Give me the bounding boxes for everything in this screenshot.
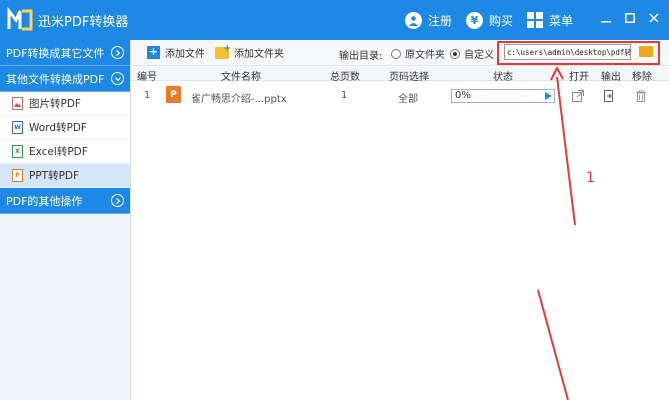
sidebar-item-label: Word转PDF	[29, 122, 87, 134]
col-filename: 文件名称	[221, 72, 261, 83]
sidebar-item-label: 图片转PDF	[29, 98, 81, 110]
ppt-file-icon: P	[12, 169, 23, 182]
sidebar-group-label: 其他文件转换成PDF	[6, 72, 105, 86]
sidebar-item-word-to-pdf[interactable]: W Word转PDF	[0, 116, 130, 140]
buy-label: 购买	[489, 13, 514, 28]
sidebar-group-pdf-to-other[interactable]: PDF转换成其它文件	[0, 40, 130, 66]
add-folder-icon: +	[215, 44, 231, 59]
sidebar-item-label: Excel转PDF	[29, 146, 88, 158]
trash-icon[interactable]	[635, 90, 647, 102]
sidebar-item-label: PPT转PDF	[29, 170, 80, 182]
chevron-right-icon	[111, 194, 124, 207]
row-page-select[interactable]: 全部	[398, 90, 418, 105]
user-icon	[405, 11, 422, 29]
col-index: 编号	[137, 72, 157, 83]
progress-bar: 0%	[451, 89, 555, 103]
col-remove: 移除	[632, 72, 652, 83]
sidebar-item-excel-to-pdf[interactable]: X Excel转PDF	[0, 140, 130, 164]
register-label: 注册	[428, 13, 453, 28]
menu-button[interactable]: 菜单	[527, 10, 573, 30]
sidebar-item-image-to-pdf[interactable]: 图片转PDF	[0, 92, 130, 116]
sidebar-group-label: PDF的其他操作	[6, 194, 83, 208]
col-open: 打开	[569, 72, 589, 83]
radio-custom-folder[interactable]: 自定义	[450, 46, 494, 61]
add-folder-button[interactable]: + 添加文件夹	[215, 44, 284, 60]
excel-file-icon: X	[12, 145, 23, 158]
maximize-icon	[625, 13, 635, 23]
col-output: 输出	[601, 72, 621, 83]
radio-original-folder[interactable]: 原文件夹	[391, 46, 445, 61]
output-folder-icon[interactable]	[603, 90, 615, 102]
close-button[interactable]	[644, 8, 664, 28]
title-bar: 迅米PDF转换器 注册 ¥ 购买 菜单	[0, 0, 669, 40]
minimize-icon	[601, 21, 611, 23]
add-folder-label: 添加文件夹	[234, 49, 284, 60]
col-page-select: 页码选择	[389, 72, 429, 83]
toolbar: + 添加文件 + 添加文件夹 输出目录: 原文件夹 自定义 c:\users\a…	[131, 40, 669, 66]
grid-menu-icon	[527, 12, 543, 28]
ppt-file-icon: P	[166, 86, 181, 103]
add-file-button[interactable]: + 添加文件	[147, 45, 205, 60]
chevron-down-icon	[111, 72, 124, 85]
buy-button[interactable]: ¥ 购买	[466, 10, 513, 30]
word-file-icon: W	[12, 121, 23, 134]
image-file-icon	[12, 97, 23, 110]
chevron-right-icon	[111, 46, 124, 59]
add-file-label: 添加文件	[165, 49, 205, 60]
yen-icon: ¥	[466, 11, 483, 29]
sidebar-group-pdf-other-ops[interactable]: PDF的其他操作	[0, 188, 130, 214]
play-icon[interactable]	[545, 92, 552, 100]
col-pages: 总页数	[330, 72, 360, 83]
radio-original-label: 原文件夹	[405, 50, 445, 61]
row-index: 1	[144, 90, 151, 101]
close-icon	[649, 13, 659, 23]
radio-selected-icon	[450, 48, 460, 59]
row-filename: 雀广畅思介绍-...pptx	[191, 94, 287, 105]
radio-icon	[391, 48, 401, 59]
sidebar-group-other-to-pdf[interactable]: 其他文件转换成PDF	[0, 66, 130, 92]
row-pages: 1	[341, 90, 348, 101]
progress-text: 0%	[455, 90, 471, 101]
radio-custom-label: 自定义	[464, 50, 494, 61]
annotation-number: 1	[586, 170, 595, 186]
menu-label: 菜单	[549, 13, 574, 28]
add-file-icon: +	[147, 45, 160, 59]
app-title: 迅米PDF转换器	[38, 15, 129, 30]
table-row[interactable]: 1 雀广畅思介绍-...pptx 1 全部	[131, 84, 669, 108]
sidebar: PDF转换成其它文件 其他文件转换成PDF 图片转PDF W Word转PDF …	[0, 40, 131, 400]
annotation-highlight-box	[497, 41, 660, 65]
sidebar-group-label: PDF转换成其它文件	[6, 46, 105, 60]
col-status: 状态	[493, 72, 513, 83]
minimize-button[interactable]	[596, 8, 616, 28]
register-button[interactable]: 注册	[405, 10, 452, 30]
output-dir-label: 输出目录:	[339, 51, 383, 62]
open-file-icon[interactable]	[572, 90, 584, 102]
table-header: 编号 文件名称 总页数 页码选择 状态 打开 输出 移除	[131, 67, 669, 83]
app-logo-icon	[6, 6, 34, 34]
sidebar-item-ppt-to-pdf[interactable]: P PPT转PDF	[0, 164, 130, 188]
maximize-button[interactable]	[620, 8, 640, 28]
